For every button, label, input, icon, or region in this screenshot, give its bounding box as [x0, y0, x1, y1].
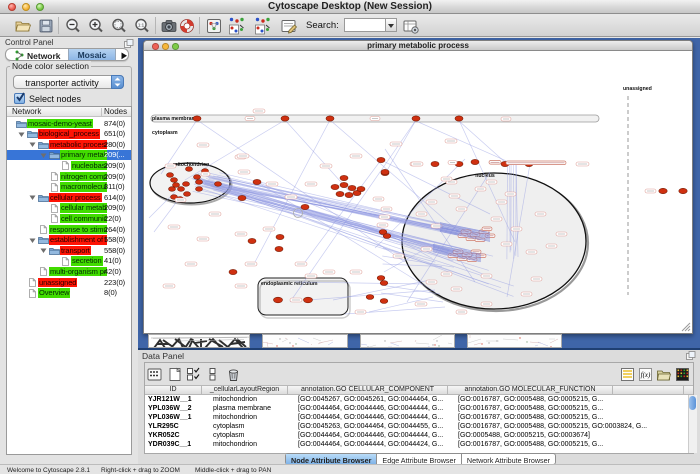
- svg-text:plasma membrane: plasma membrane: [152, 116, 198, 122]
- svg-text:unassigned: unassigned: [623, 86, 652, 92]
- svg-text:cytoplasm: cytoplasm: [152, 130, 178, 136]
- svg-text:1:1: 1:1: [138, 23, 145, 28]
- svg-text:f(x): f(x): [641, 371, 651, 379]
